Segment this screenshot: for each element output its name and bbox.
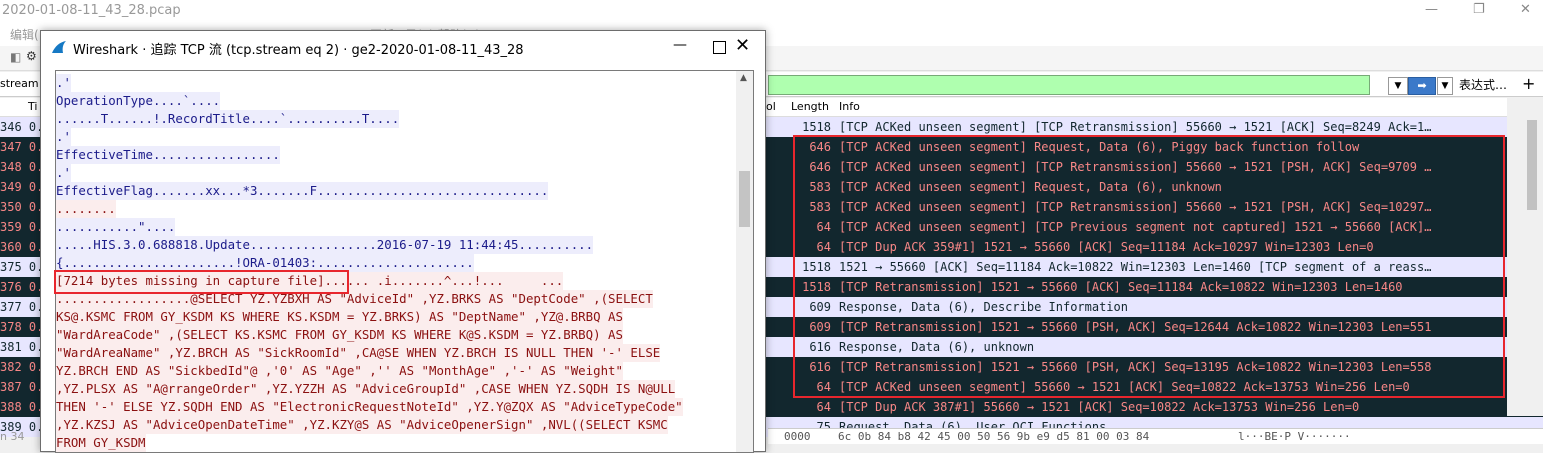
stream-line: "WardAreaCode" ,(SELECT KS.KSMC FROM GY_… <box>56 326 623 344</box>
scroll-thumb[interactable] <box>739 171 750 227</box>
packet-number: 387 0. <box>0 380 44 394</box>
chevron-down-icon: ▼ <box>1394 81 1402 91</box>
packet-info: [TCP Dup ACK 387#1] 55660 → 1521 [ACK] S… <box>839 400 1360 414</box>
gear-icon[interactable]: ⚙ <box>26 49 37 63</box>
filter-apply-dropdown[interactable]: ▼ <box>1437 77 1453 95</box>
packet-number: 348 0. <box>0 160 44 174</box>
stream-line: ...........".... <box>56 218 176 236</box>
packet-info: [TCP ACKed unseen segment] [TCP Retransm… <box>839 120 1432 134</box>
packet-number: 349 0. <box>0 180 44 194</box>
add-filter-button[interactable]: + <box>1522 74 1535 93</box>
stream-line: EffectiveFlag.......xx...*3.......F.....… <box>56 182 549 200</box>
stream-line: THEN '-' ELSE YZ.SQDH END AS "Electronic… <box>56 398 683 416</box>
stream-line: FROM GY_KSDM <box>56 434 146 452</box>
expression-button[interactable]: 表达式… <box>1459 76 1507 93</box>
follow-tcp-dialog: Wireshark · 追踪 TCP 流 (tcp.stream eq 2) ·… <box>40 30 766 453</box>
packet-number: 350 0. <box>0 200 44 214</box>
byte-offset: 0000 <box>784 430 811 443</box>
byte-ascii: l···BE·P V······· <box>1238 430 1351 443</box>
chevron-down-icon: ▼ <box>1441 81 1449 91</box>
restore-icon[interactable]: ❐ <box>1473 2 1485 17</box>
stream-scrollbar[interactable]: ▲ <box>736 71 753 452</box>
packet-number: 381 0. <box>0 340 44 354</box>
stream-content-pane[interactable]: .' OperationType....`.... ......T......!.R… <box>55 70 754 453</box>
dialog-title: Wireshark · 追踪 TCP 流 (tcp.stream eq 2) ·… <box>73 43 524 58</box>
packet-number: 377 0. <box>0 300 44 314</box>
stream-line: .....HIS.3.0.688818.Update..............… <box>56 236 594 254</box>
highlight-box-packets <box>793 135 1505 398</box>
stream-line: ......T......!.RecordTitle....`.........… <box>56 110 400 128</box>
packet-number: 359 0. <box>0 220 44 234</box>
maximize-icon[interactable] <box>713 41 726 54</box>
apply-filter-button[interactable]: ➡ <box>1408 77 1436 95</box>
display-filter-input[interactable] <box>768 75 1370 95</box>
packet-number: 375 0. <box>0 260 44 274</box>
stream-line: .' <box>56 164 71 182</box>
menu-edit[interactable]: 编辑( <box>10 26 39 43</box>
packet-list-scrollbar[interactable] <box>1507 98 1543 416</box>
packet-number: 376 0. <box>0 280 44 294</box>
column-length[interactable]: Length <box>791 100 829 113</box>
column-protocol[interactable]: ol <box>766 100 776 113</box>
minimize-icon[interactable]: — <box>673 37 687 53</box>
stream-line: ........ <box>56 200 116 218</box>
scroll-up-icon[interactable]: ▲ <box>740 73 747 83</box>
packet-number: 346 0. <box>0 120 44 134</box>
toolbar-icon[interactable]: ◧ <box>10 50 21 64</box>
byte-hex: 6c 0b 84 b8 42 45 00 50 56 9b e9 d5 81 0… <box>838 430 1150 443</box>
stream-line: .' <box>56 128 71 146</box>
filter-dropdown-button[interactable]: ▼ <box>1388 77 1408 95</box>
stream-line: ,YZ.KZSJ AS "AdviceOpenDateTime" ,YZ.KZY… <box>56 416 668 434</box>
stream-line: "WardAreaName" ,YZ.BRCH AS "SickRoomId" … <box>56 344 661 362</box>
packet-number: 382 0. <box>0 360 44 374</box>
wireshark-fin-icon <box>52 41 66 53</box>
highlight-box-missing-bytes <box>54 270 349 294</box>
stream-line: ,YZ.PLSX AS "A@rrangeOrder" ,YZ.YZZH AS … <box>56 380 676 398</box>
arrow-right-icon: ➡ <box>1417 79 1427 92</box>
stream-line: YZ.BRCH END AS "SickbedId"@ ,'0' AS "Age… <box>56 362 623 380</box>
main-window-title: 2020-01-08-11_43_28.pcap <box>2 3 181 18</box>
packet-length: 1518 <box>802 120 831 134</box>
minimize-icon[interactable]: — <box>1425 2 1438 17</box>
packet-number: 347 0. <box>0 140 44 154</box>
stream-line: EffectiveTime................. <box>56 146 280 164</box>
packet-number: 378 0. <box>0 320 44 334</box>
column-info[interactable]: Info <box>839 100 860 113</box>
bytes-pane: 0000 6c 0b 84 b8 42 45 00 50 56 9b e9 d5… <box>768 428 1543 444</box>
dialog-title-bar: Wireshark · 追踪 TCP 流 (tcp.stream eq 2) ·… <box>41 31 765 63</box>
main-title-bar: 2020-01-08-11_43_28.pcap — ❐ ✕ <box>0 0 1543 22</box>
packet-length: 64 <box>816 400 831 414</box>
stream-line: KS@.KSMC FROM GY_KSDM KS WHERE KS.KSDM =… <box>56 308 623 326</box>
column-time[interactable]: Ti <box>28 100 37 113</box>
packet-number: 360 0. <box>0 240 44 254</box>
stream-line: .' <box>56 74 71 92</box>
packet-number: 388 0. <box>0 400 44 414</box>
close-icon[interactable]: ✕ <box>735 35 750 56</box>
scroll-thumb[interactable] <box>1527 120 1537 210</box>
close-icon[interactable]: ✕ <box>1520 2 1531 17</box>
stream-line: OperationType....`.... <box>56 92 221 110</box>
filter-text: stream <box>0 77 39 90</box>
